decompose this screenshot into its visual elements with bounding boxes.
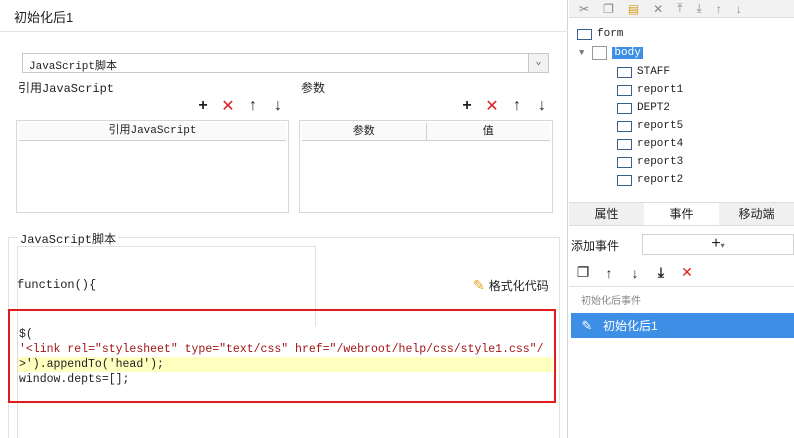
tree-item-label: report2 (637, 174, 684, 186)
brush-icon: ✎ (473, 277, 485, 293)
code-line: $( (19, 328, 33, 341)
expand-arrow-icon[interactable]: ▼ (579, 48, 584, 58)
tree-item-report2[interactable]: report2 (617, 171, 683, 189)
move-top-icon[interactable]: ⤒ (677, 1, 682, 16)
script-section-label: JavaScript脚本 (18, 230, 119, 247)
paste-icon[interactable]: ▤ (628, 2, 639, 16)
copy-icon[interactable]: ❐ (575, 264, 591, 281)
body-icon (592, 46, 608, 60)
move-up-icon[interactable]: ↑ (716, 2, 722, 16)
code-line-highlighted: >').appendTo('head'); (18, 357, 553, 372)
script-type-select[interactable]: JavaScript脚本 ⌄ (22, 53, 549, 73)
report-icon (617, 120, 632, 132)
add-icon[interactable]: + (459, 97, 475, 114)
tree-item-form[interactable]: form (577, 25, 623, 43)
report-icon (617, 156, 632, 168)
tree-item-report5[interactable]: report5 (617, 117, 683, 135)
ref-js-column-header: 引用JavaScript (108, 125, 197, 137)
move-bottom-icon[interactable]: ⤓ (697, 1, 702, 16)
tree-item-label: report1 (637, 84, 684, 96)
ref-js-table: 引用JavaScript (16, 120, 289, 213)
event-toolbar: ❐ ↑ ↓ ⤓ ✕ (575, 264, 695, 281)
report-icon (617, 102, 632, 114)
move-up-icon[interactable]: ↑ (509, 97, 525, 114)
param-value-column-header: 值 (482, 125, 494, 137)
tree-item-report3[interactable]: report3 (617, 153, 683, 171)
tab-events[interactable]: 事件 (644, 203, 719, 225)
tree-item-label: STAFF (637, 66, 671, 78)
tab-properties[interactable]: 属性 (569, 203, 644, 225)
edit-icon[interactable]: ✎ (571, 318, 603, 334)
report-icon (617, 84, 632, 96)
ref-js-label: 引用JavaScript (18, 82, 115, 96)
report-icon (617, 138, 632, 150)
format-code-button[interactable]: ✎ 格式化代码 (473, 277, 549, 294)
divider (569, 286, 794, 287)
move-down-icon[interactable]: ↓ (534, 97, 550, 114)
script-type-value: JavaScript脚本 (29, 61, 118, 73)
script-dialog: 初始化后1 JavaScript脚本 ⌄ 引用JavaScript + ✕ ↑ … (0, 0, 568, 438)
move-up-icon[interactable]: ↑ (245, 97, 261, 114)
move-down-icon[interactable]: ↓ (736, 2, 742, 16)
dialog-title: 初始化后1 (0, 0, 568, 32)
tree-item-label: DEPT2 (637, 102, 671, 114)
move-down-icon[interactable]: ↓ (270, 97, 286, 114)
chevron-down-icon: ▾ (720, 241, 725, 250)
form-icon (577, 28, 592, 40)
add-icon: + (711, 235, 721, 252)
tree-item-dept2[interactable]: DEPT2 (617, 99, 670, 117)
event-item-label: 初始化后1 (603, 319, 658, 333)
report-icon (617, 66, 632, 78)
tree-item-report1[interactable]: report1 (617, 81, 683, 99)
ref-js-toolbar: + ✕ ↑ ↓ (195, 96, 286, 116)
report-icon (617, 174, 632, 186)
format-code-label: 格式化代码 (488, 279, 549, 293)
delete-icon[interactable]: ✕ (653, 2, 663, 16)
tree-item-staff[interactable]: STAFF (617, 63, 670, 81)
delete-icon[interactable]: ✕ (220, 98, 236, 115)
add-icon[interactable]: + (195, 97, 211, 114)
add-event-row: 添加事件 +▾ (569, 234, 794, 256)
tab-mobile[interactable]: 移动端 (719, 203, 794, 225)
param-name-column-header: 参数 (302, 123, 427, 140)
code-editor[interactable]: $( '<link rel="stylesheet" type="text/cs… (17, 326, 553, 438)
function-header: function(){ (17, 278, 97, 292)
panel-tabs: 属性 事件 移动端 (569, 202, 794, 226)
params-toolbar: + ✕ ↑ ↓ (459, 96, 550, 116)
chevron-down-icon[interactable]: ⌄ (528, 54, 548, 72)
tree-item-label: report3 (637, 156, 684, 168)
cut-icon[interactable]: ✂ (579, 2, 589, 16)
tree-item-label: report4 (637, 138, 684, 150)
event-group-label: 初始化后事件 (581, 296, 641, 307)
tree-item-report4[interactable]: report4 (617, 135, 683, 153)
tree-item-label: form (597, 28, 624, 40)
move-bottom-icon[interactable]: ⤓ (653, 264, 669, 281)
tree-item-label: report5 (637, 120, 684, 132)
tree-item-label: body (612, 47, 643, 59)
tree-item-body[interactable]: ▼ body (579, 44, 643, 62)
code-line: '<link rel="stylesheet" type="text/css" … (19, 343, 544, 356)
event-item[interactable]: ✎ 初始化后1 (571, 313, 794, 338)
code-line: window.depts=[]; (19, 373, 130, 386)
add-event-label: 添加事件 (571, 239, 620, 253)
params-table: 参数 值 (299, 120, 553, 213)
move-up-icon[interactable]: ↑ (601, 265, 617, 281)
move-down-icon[interactable]: ↓ (627, 265, 643, 281)
add-event-button[interactable]: +▾ (642, 234, 794, 255)
copy-icon[interactable]: ❐ (603, 2, 614, 16)
tree-toolbar: ✂ ❐ ▤ ✕ ⤒ ⤓ ↑ ↓ (569, 0, 794, 18)
right-panel: ✂ ❐ ▤ ✕ ⤒ ⤓ ↑ ↓ form ▼ body STAFF report… (569, 0, 794, 438)
delete-icon[interactable]: ✕ (679, 264, 695, 281)
delete-icon[interactable]: ✕ (484, 98, 500, 115)
params-label: 参数 (301, 81, 326, 95)
